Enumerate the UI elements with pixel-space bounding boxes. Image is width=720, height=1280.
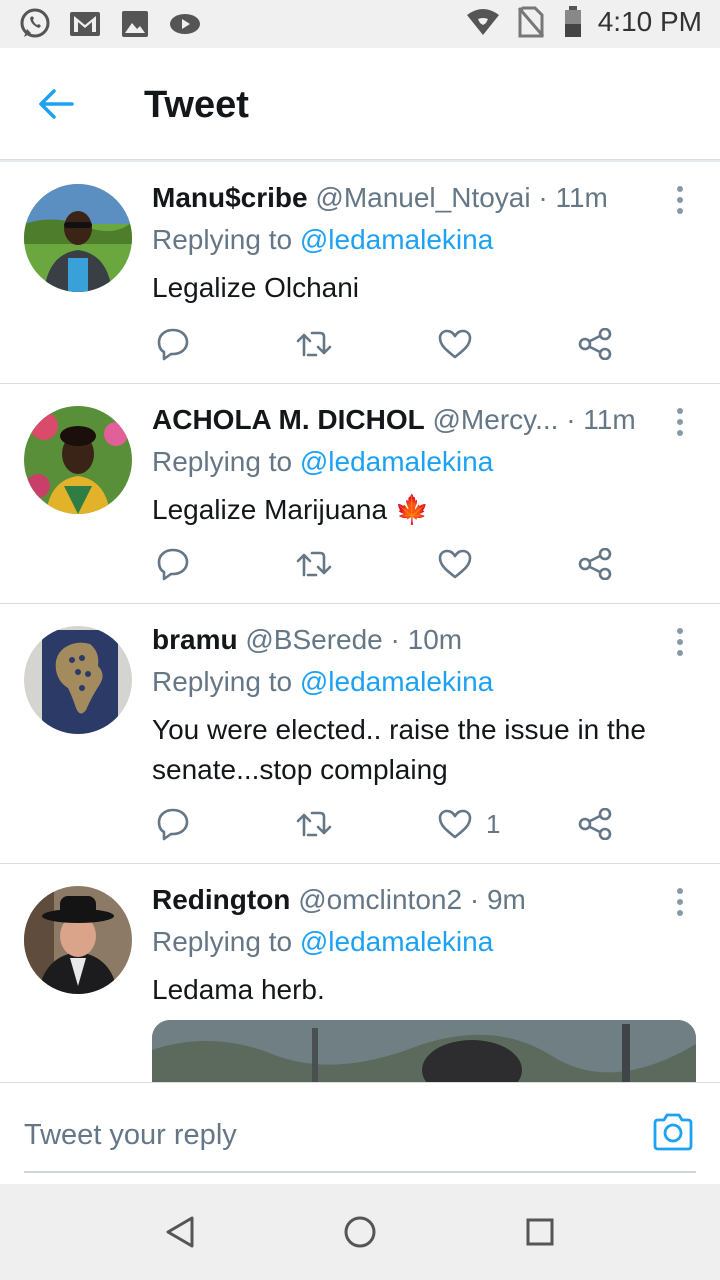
- heart-icon: [438, 809, 472, 839]
- tweet-item[interactable]: ACHOLA M. DICHOL @Mercy... · 11m Replyin…: [0, 384, 720, 604]
- tweet-separator: ·: [566, 404, 576, 435]
- back-button[interactable]: [32, 82, 80, 126]
- retweet-button[interactable]: [296, 804, 332, 844]
- reply-icon: [157, 548, 189, 581]
- tweet-author-handle[interactable]: @Manuel_Ntoyai: [315, 182, 530, 213]
- tweet-author-name[interactable]: ACHOLA M. DICHOL: [152, 404, 425, 435]
- mention-link[interactable]: @ledamalekina: [300, 446, 493, 477]
- retweet-icon: [296, 551, 332, 577]
- tweet-timestamp: 10m: [407, 624, 463, 655]
- like-button[interactable]: [438, 324, 486, 364]
- reply-composer: [0, 1082, 720, 1184]
- tweet-text: Legalize Olchani: [152, 272, 360, 303]
- cast-icon: [168, 8, 202, 40]
- nav-back-button[interactable]: [160, 1212, 200, 1252]
- system-nav-bar: [0, 1184, 720, 1280]
- more-options-icon[interactable]: [666, 184, 694, 216]
- retweet-button[interactable]: [296, 324, 332, 364]
- tweet-media-image[interactable]: [152, 1020, 696, 1082]
- reply-button[interactable]: [156, 544, 190, 584]
- share-icon: [578, 328, 612, 360]
- more-options-icon[interactable]: [666, 626, 694, 658]
- no-sim-icon: [514, 6, 548, 38]
- tweet-item[interactable]: Manu$cribe @Manuel_Ntoyai · 11m Replying…: [0, 162, 720, 384]
- mention-link[interactable]: @ledamalekina: [300, 666, 493, 697]
- replying-to: Replying to @ledamalekina: [152, 446, 493, 478]
- replying-to-label: Replying to: [152, 666, 300, 697]
- tweet-item[interactable]: Redington @omclinton2 · 9m Replying to @…: [0, 864, 720, 1082]
- reply-button[interactable]: [156, 804, 190, 844]
- avatar[interactable]: [24, 626, 132, 734]
- nav-recents-button[interactable]: [520, 1212, 560, 1252]
- replying-to: Replying to @ledamalekina: [152, 666, 493, 698]
- like-button[interactable]: [438, 544, 486, 584]
- heart-icon: [438, 329, 472, 359]
- retweet-button[interactable]: [296, 544, 332, 584]
- avatar[interactable]: [24, 184, 132, 292]
- reply-icon: [157, 808, 189, 841]
- tweet-actions: [152, 324, 632, 364]
- tweet-author-name[interactable]: Redington: [152, 884, 290, 915]
- avatar[interactable]: [24, 406, 132, 514]
- tweet-author-name[interactable]: Manu$cribe: [152, 182, 308, 213]
- back-triangle-icon: [166, 1216, 194, 1248]
- tweet-actions: [152, 544, 632, 584]
- share-icon: [578, 808, 612, 840]
- reply-input[interactable]: [24, 1083, 696, 1173]
- nav-home-button[interactable]: [340, 1212, 380, 1252]
- status-bar: 4:10 PM: [0, 0, 720, 48]
- like-count: 1: [486, 808, 501, 839]
- tweet-separator: ·: [390, 624, 400, 655]
- tweet-separator: ·: [469, 884, 480, 915]
- replying-to-label: Replying to: [152, 446, 300, 477]
- camera-icon: [653, 1113, 693, 1151]
- tweet-text: Legalize Marijuana 🍁: [152, 494, 430, 525]
- mention-link[interactable]: @ledamalekina: [300, 224, 493, 255]
- app-header: Tweet: [0, 48, 720, 160]
- tweet-author-handle[interactable]: @BSerede: [245, 624, 382, 655]
- avatar[interactable]: [24, 886, 132, 994]
- share-button[interactable]: [578, 544, 612, 584]
- replying-to: Replying to @ledamalekina: [152, 926, 493, 958]
- wifi-icon: [466, 6, 500, 38]
- replying-to-label: Replying to: [152, 224, 300, 255]
- tweet-author-handle[interactable]: @Mercy...: [433, 404, 559, 435]
- reply-icon: [157, 328, 189, 361]
- tweet-author-handle[interactable]: @omclinton2: [298, 884, 462, 915]
- tweet-timestamp: 11m: [583, 404, 636, 435]
- tweet-text: You were elected.. raise the issue in th…: [152, 714, 646, 785]
- gallery-icon: [118, 8, 152, 40]
- heart-icon: [438, 549, 472, 579]
- tweet-item[interactable]: bramu @BSerede · 10m Replying to @ledama…: [0, 604, 720, 864]
- tweet-actions: 1: [152, 804, 632, 844]
- more-options-icon[interactable]: [666, 406, 694, 438]
- share-button[interactable]: [578, 324, 612, 364]
- tweet-text: Ledama herb.: [152, 974, 325, 1005]
- status-time: 4:10 PM: [597, 6, 702, 37]
- share-button[interactable]: [578, 804, 612, 844]
- replies-feed[interactable]: Manu$cribe @Manuel_Ntoyai · 11m Replying…: [0, 162, 720, 1082]
- battery-icon: [562, 6, 584, 38]
- tweet-timestamp: 11m: [555, 182, 608, 213]
- tweet-timestamp: 9m: [486, 884, 526, 915]
- reply-button[interactable]: [156, 324, 190, 364]
- whatsapp-icon: [18, 8, 52, 40]
- tweet-separator: ·: [538, 182, 548, 213]
- more-options-icon[interactable]: [666, 886, 694, 918]
- retweet-icon: [296, 331, 332, 357]
- retweet-icon: [296, 811, 332, 837]
- camera-button[interactable]: [652, 1113, 694, 1153]
- tweet-author-name[interactable]: bramu: [152, 624, 238, 655]
- home-circle-icon: [344, 1216, 376, 1248]
- recents-square-icon: [526, 1218, 554, 1246]
- back-arrow-icon: [39, 89, 74, 119]
- share-icon: [578, 548, 612, 580]
- gmail-icon: [68, 8, 102, 40]
- like-button[interactable]: 1: [438, 804, 500, 844]
- replying-to: Replying to @ledamalekina: [152, 224, 493, 256]
- replying-to-label: Replying to: [152, 926, 300, 957]
- mention-link[interactable]: @ledamalekina: [300, 926, 493, 957]
- page-title: Tweet: [144, 84, 249, 126]
